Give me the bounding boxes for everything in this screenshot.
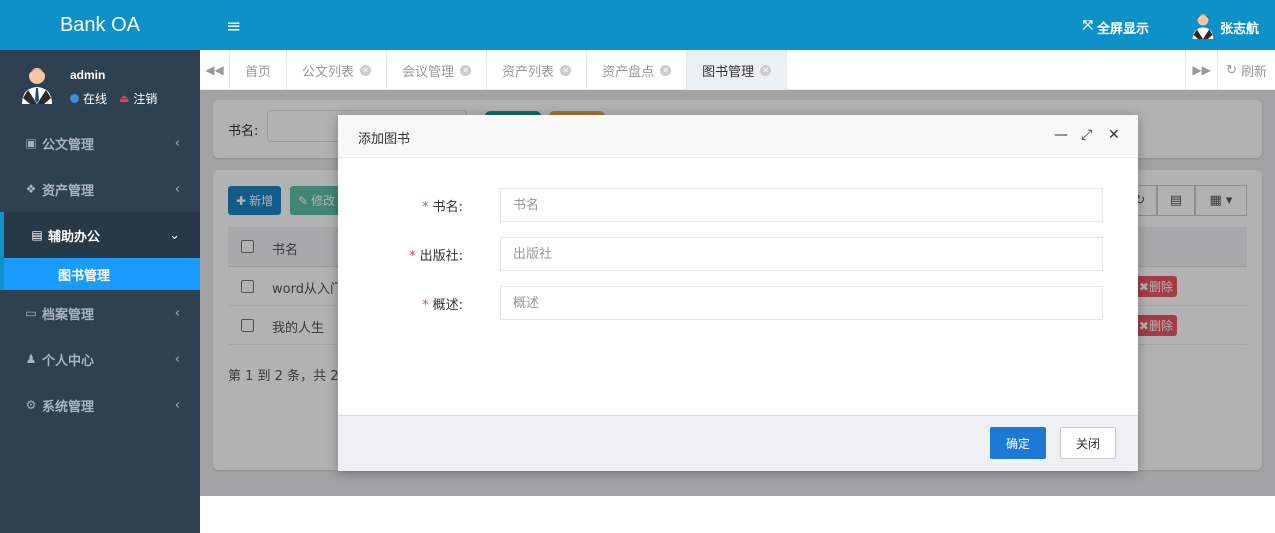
- sidebar-subitem-books[interactable]: 图书管理: [0, 258, 200, 290]
- tab-asset-list[interactable]: 资产列表 ✕: [487, 50, 588, 90]
- dialog-footer: 确定 关闭: [338, 415, 1138, 471]
- dialog-header: 添加图书 — ⤢ ✕: [338, 115, 1138, 158]
- form-row-publisher: * 出版社:: [338, 237, 1138, 271]
- form-row-summary: * 概述:: [338, 286, 1138, 320]
- refresh-icon: ↻: [1226, 62, 1237, 78]
- publisher-field[interactable]: [500, 237, 1103, 271]
- tab-close-icon[interactable]: ✕: [760, 64, 772, 76]
- sidebar: Bank OA admin 在线 ⏏ 注销 ▣ 公文管理 ‹ ❖ 资产管理 ‹ …: [0, 0, 200, 533]
- dialog-title: 添加图书: [358, 132, 411, 147]
- field-label: * 书名:: [422, 200, 463, 215]
- user-panel: admin 在线 ⏏ 注销: [0, 50, 200, 120]
- close-button[interactable]: 关闭: [1060, 427, 1116, 459]
- tabs-bar: ◀◀ 首页 公文列表 ✕ 会议管理 ✕ 资产列表 ✕ 资产盘点 ✕ 图书管理 ✕ ▶▶ ↻…: [200, 50, 1275, 90]
- chevron-left-icon: ‹: [174, 135, 180, 151]
- add-book-dialog: 添加图书 — ⤢ ✕ *书名: *出版社: *概述: 确定 关闭: [338, 115, 1138, 471]
- sidebar-item-label: 系统管理: [42, 399, 95, 415]
- tab-label: 首页: [245, 64, 272, 80]
- expand-icon: ⤧: [1082, 18, 1093, 33]
- summary-field[interactable]: [500, 286, 1103, 320]
- fullscreen-button[interactable]: ⤧ 全屏显示: [1083, 18, 1149, 37]
- tab-close-icon[interactable]: ✕: [560, 64, 572, 76]
- fullscreen-label: 全屏显示: [1096, 22, 1149, 37]
- refresh-button[interactable]: ↻ 刷新: [1217, 50, 1275, 90]
- tab-label: 资产盘点: [602, 64, 655, 80]
- chevron-down-icon: ⌄: [169, 227, 180, 243]
- chevron-left-icon: ‹: [174, 397, 180, 413]
- sidebar-item-documents[interactable]: ▣ 公文管理 ‹: [0, 120, 200, 166]
- form-row-title: * 书名:: [338, 188, 1138, 222]
- sidebar-item-label: 个人中心: [42, 353, 95, 369]
- tab-label: 图书管理: [702, 64, 755, 80]
- tab-books[interactable]: 图书管理 ✕: [687, 50, 788, 90]
- tab-document-list[interactable]: 公文列表 ✕: [287, 50, 388, 90]
- gear-icon: ⚙: [25, 398, 37, 412]
- top-navbar: ≡ ⤧ 全屏显示 张志航: [200, 0, 1275, 50]
- tab-close-icon[interactable]: ✕: [660, 64, 672, 76]
- person-icon: ♟: [25, 352, 37, 366]
- tab-label: 公文列表: [302, 64, 355, 80]
- username: admin: [70, 68, 106, 82]
- sidebar-item-archives[interactable]: ▭ 档案管理 ‹: [0, 290, 200, 336]
- chevron-left-icon: ‹: [174, 351, 180, 367]
- online-label: 在线: [83, 92, 108, 106]
- cubes-icon: ❖: [25, 182, 37, 196]
- confirm-button[interactable]: 确定: [990, 427, 1046, 459]
- tab-asset-inventory[interactable]: 资产盘点 ✕: [587, 50, 688, 90]
- minimize-icon[interactable]: —: [1054, 127, 1068, 143]
- briefcase-icon: ▣: [25, 136, 37, 150]
- tab-close-icon[interactable]: ✕: [360, 64, 372, 76]
- drive-icon: ▭: [25, 306, 37, 320]
- field-label: * 出版社:: [409, 249, 463, 264]
- avatar: [22, 68, 52, 104]
- sidebar-item-label: 公文管理: [42, 137, 95, 153]
- logout-icon[interactable]: ⏏: [119, 92, 129, 105]
- tab-label: 资产列表: [502, 64, 555, 80]
- book-title-field[interactable]: [500, 188, 1103, 222]
- sidebar-item-system[interactable]: ⚙ 系统管理 ‹: [0, 382, 200, 428]
- tabs-scroll-right-icon[interactable]: ▶▶: [1185, 50, 1217, 90]
- tabs-scroll-left-icon[interactable]: ◀◀: [200, 50, 230, 89]
- file-icon: ▤: [31, 228, 43, 242]
- sidebar-item-label: 档案管理: [42, 307, 95, 323]
- tab-home[interactable]: 首页: [230, 50, 288, 90]
- hamburger-menu-icon[interactable]: ≡: [226, 16, 241, 37]
- top-username[interactable]: 张志航: [1220, 18, 1259, 37]
- chevron-left-icon: ‹: [174, 181, 180, 197]
- sidebar-item-assets[interactable]: ❖ 资产管理 ‹: [0, 166, 200, 212]
- field-label: * 概述:: [422, 298, 463, 313]
- tab-meetings[interactable]: 会议管理 ✕: [387, 50, 488, 90]
- sidebar-item-label: 辅助办公: [48, 229, 101, 245]
- avatar[interactable]: [1191, 13, 1215, 39]
- logout-link[interactable]: 注销: [133, 90, 157, 107]
- sidebar-item-office[interactable]: ▤ 辅助办公 ⌄: [0, 212, 200, 258]
- online-status-icon: [70, 94, 79, 103]
- sidebar-item-personal[interactable]: ♟ 个人中心 ‹: [0, 336, 200, 382]
- footer: [200, 496, 1275, 533]
- app-logo[interactable]: Bank OA: [0, 0, 200, 50]
- tab-label: 会议管理: [402, 64, 455, 80]
- tab-close-icon[interactable]: ✕: [460, 64, 472, 76]
- close-icon[interactable]: ✕: [1108, 127, 1120, 143]
- chevron-left-icon: ‹: [174, 305, 180, 321]
- maximize-icon[interactable]: ⤢: [1081, 127, 1092, 143]
- refresh-label: 刷新: [1240, 64, 1267, 80]
- sidebar-item-label: 资产管理: [42, 183, 95, 199]
